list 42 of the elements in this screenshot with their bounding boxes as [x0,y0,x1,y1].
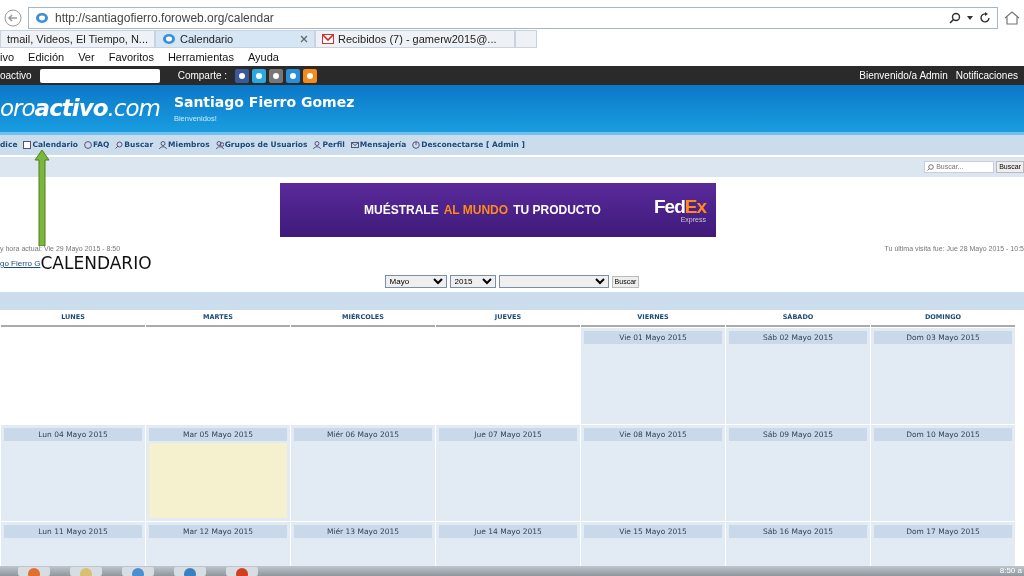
forum-link[interactable]: Bienvenido/a Admin [859,68,948,83]
caret-icon[interactable] [967,16,973,20]
search-icon [927,163,935,171]
ad-text: AL MUNDO [443,202,509,219]
menu-item[interactable]: Edición [28,48,65,66]
month-select[interactable]: Mayo [384,275,447,288]
mail-icon [322,34,335,44]
forum-link[interactable]: Notificaciones [955,68,1018,83]
site-label: oactivo [0,69,32,83]
menu-item[interactable]: Favoritos [108,48,154,66]
home-icon[interactable] [1004,11,1020,25]
arrow-icon [34,150,50,246]
category-select[interactable] [498,275,609,288]
back-icon[interactable] [4,9,22,27]
envelope-icon [350,141,359,149]
browser-tab[interactable]: Calendario [155,30,316,48]
user-icon [313,141,322,149]
menu-item[interactable]: ivo [0,48,15,66]
menu-item[interactable]: Herramientas [167,48,234,66]
close-icon[interactable] [300,35,309,43]
user-icon [159,141,168,149]
year-select[interactable]: 2015 [449,275,496,288]
site-title: Santiago Fierro Gomez [173,93,355,113]
ad-text: MUÉSTRALE [364,201,439,219]
ad-text: TU PRODUCTO [513,202,601,219]
browser-tab[interactable]: Recibidos (7) - gamerw2015@... [315,30,516,48]
group-icon [215,141,224,149]
brand-logo: FedEx [653,197,706,216]
site-logo[interactable]: oroactivo.com [0,91,160,126]
annotation-label: CALENDARIO [40,253,152,276]
clock: 8:50 a [999,565,1023,576]
power-icon [412,141,421,149]
refresh-icon[interactable] [979,12,991,24]
search-field[interactable] [39,68,160,83]
address-bar[interactable]: http://santiagofierro.foroweb.org/calendar [28,7,998,29]
search-icon[interactable] [949,12,961,24]
breadcrumb-link[interactable]: go Fierro G [0,258,41,270]
menu-item[interactable]: Ver [78,48,95,66]
search-icon [115,141,124,149]
browser-tab[interactable]: tmail, Videos, El Tiempo, N... [0,30,156,48]
share-label: Comparte : [177,69,228,83]
menu-item[interactable]: Ayuda [247,48,279,66]
